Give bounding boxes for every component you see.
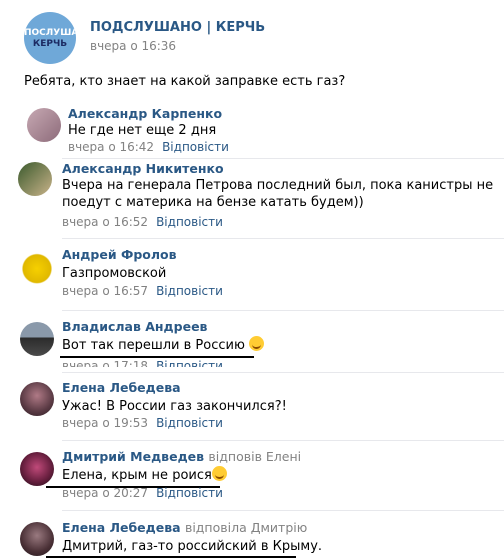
comment-author[interactable]: Елена Лебедева відповіла Дмитрію (62, 520, 307, 535)
post-header: ПОСЛУШАНО КЕРЧЬ ПОДСЛУШАНО | КЕРЧЬ вчера… (24, 12, 494, 64)
comment-meta: вчера о 16:52 Відповісти (62, 215, 223, 229)
comment-text-value: Вот так перешли в Россию (62, 338, 245, 353)
comment-text: Елена, крым не роися (62, 466, 227, 484)
logo-text-2: КЕРЧЬ (32, 39, 68, 49)
post-time[interactable]: вчера о 16:36 (90, 39, 176, 53)
comment-author[interactable]: Елена Лебедева (62, 380, 181, 395)
divider (62, 158, 504, 159)
reply-link[interactable]: Відповісти (156, 416, 223, 430)
comment-text: Не где нет еще 2 дня (68, 123, 217, 138)
avatar[interactable] (20, 250, 54, 284)
reply-link[interactable]: Відповісти (162, 140, 229, 154)
divider (62, 440, 504, 441)
divider (62, 310, 504, 311)
avatar[interactable] (18, 162, 52, 196)
reply-to-label[interactable]: відповіла Дмитрію (185, 520, 307, 535)
comment-time[interactable]: вчера о 16:52 (62, 215, 148, 229)
avatar[interactable] (20, 382, 54, 416)
laughing-emoji-icon (249, 336, 265, 351)
comment-text: Газпромовской (62, 266, 167, 281)
comment-meta: вчера о 17:18 Відповісти (62, 359, 223, 367)
comment-time[interactable]: вчера о 20:27 (62, 486, 148, 500)
comment-text-value: Елена, крым не роися (62, 468, 212, 483)
comment-author[interactable]: Александр Никитенко (62, 161, 224, 176)
reply-link[interactable]: Відповісти (156, 486, 223, 500)
comment-meta: вчера о 16:57 Відповісти (62, 284, 223, 298)
comment-text: Дмитрий, газ-то российский в Крыму. (62, 539, 323, 554)
comment-time[interactable]: вчера о 16:42 (68, 140, 154, 154)
highlight-underline (46, 556, 296, 558)
comment-meta: вчера о 19:53 Відповісти (62, 416, 223, 430)
logo-text: ПОСЛУШАНО (24, 28, 76, 38)
comment-time[interactable]: вчера о 17:18 (62, 359, 148, 367)
comment-meta: вчера о 16:42 Відповісти (68, 140, 229, 154)
divider (62, 510, 504, 511)
post-text: Ребята, кто знает на какой заправке есть… (24, 74, 346, 89)
comment-author[interactable]: Владислав Андреев (62, 319, 207, 334)
laughing-emoji-icon (211, 466, 227, 481)
avatar[interactable] (27, 108, 61, 142)
group-name[interactable]: ПОДСЛУШАНО | КЕРЧЬ (90, 20, 265, 35)
comment-text: Ужас! В России газ закончился?! (62, 399, 287, 414)
comment-time[interactable]: вчера о 16:57 (62, 284, 148, 298)
reply-link[interactable]: Відповісти (156, 215, 223, 229)
reply-link[interactable]: Відповісти (156, 359, 223, 367)
reply-to-label[interactable]: відповів Елені (208, 449, 301, 464)
avatar[interactable] (20, 452, 54, 486)
comment-meta: вчера о 20:27 Відповісти (62, 486, 223, 500)
comment-time[interactable]: вчера о 19:53 (62, 416, 148, 430)
divider (62, 372, 504, 373)
reply-link[interactable]: Відповісти (156, 284, 223, 298)
comment-author[interactable]: Андрей Фролов (62, 247, 177, 262)
comment-author[interactable]: Дмитрий Медведев відповів Елені (62, 449, 301, 464)
avatar[interactable] (20, 322, 54, 356)
comment-text: Вчера на генерала Петрова последний был,… (62, 178, 494, 210)
highlight-underline (60, 356, 254, 358)
comment-author-name[interactable]: Елена Лебедева (62, 520, 181, 535)
avatar[interactable] (20, 522, 54, 556)
comment-author-name[interactable]: Дмитрий Медведев (62, 449, 204, 464)
group-avatar[interactable]: ПОСЛУШАНО КЕРЧЬ (24, 12, 76, 64)
divider (62, 238, 504, 239)
comment-text: Вот так перешли в Россию (62, 336, 265, 354)
comment-author[interactable]: Александр Карпенко (68, 106, 222, 121)
